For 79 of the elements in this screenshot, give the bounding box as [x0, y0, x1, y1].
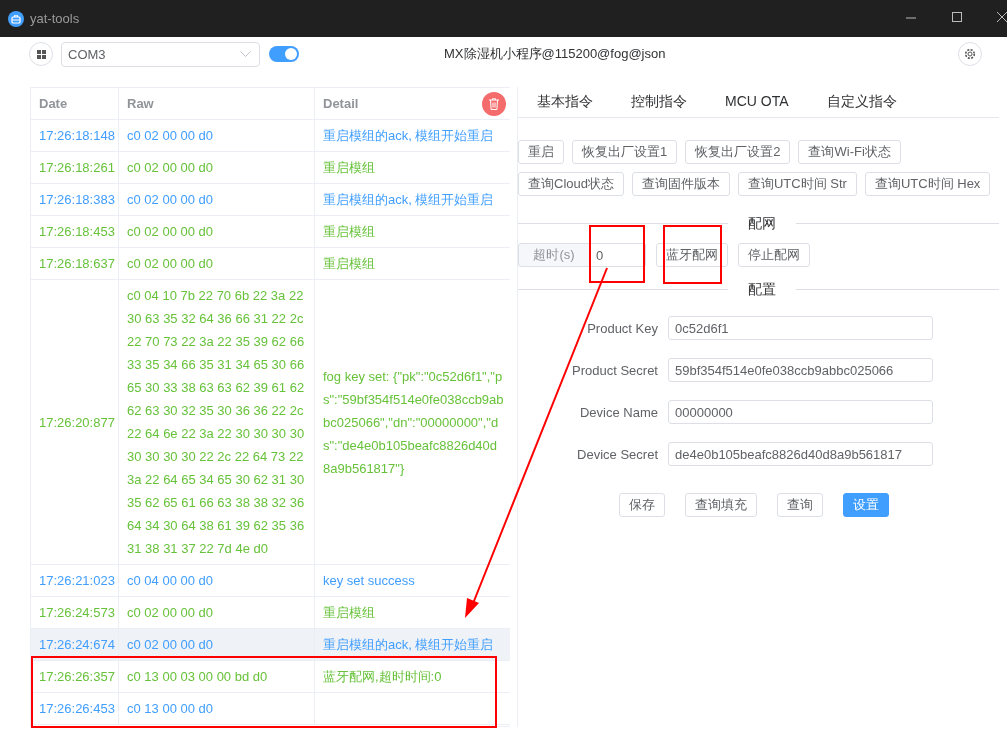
input-field[interactable]: 59bf354f514e0fe038ccb9abbc025066: [668, 358, 933, 382]
date-cell-text: 17:26:18:148: [39, 127, 115, 145]
column-header: Raw: [119, 88, 315, 119]
date-cell-text: 17:26:26:453: [39, 700, 115, 718]
command-button[interactable]: 查询固件版本: [631, 172, 730, 196]
raw-data-cell-text: c0 02 00 00 d0: [127, 223, 214, 241]
date-cell-text: 17:26:18:637: [39, 255, 115, 273]
window-title: yat-tools: [30, 11, 80, 26]
raw-data-cell-text: c0 04 00 00 d0: [127, 572, 214, 590]
field-label: Product Key: [586, 320, 658, 336]
input-field[interactable]: 00000000: [668, 400, 933, 424]
timeout-label: 超时(s): [518, 243, 590, 267]
input-field[interactable]: 0c52d6f1: [668, 316, 933, 340]
form-button[interactable]: 查询: [777, 493, 823, 517]
input-field[interactable]: de4e0b105beafc8826d40d8a9b561817: [668, 442, 933, 466]
settings-button[interactable]: [958, 42, 982, 66]
date-cell-text: 17:26:18:383: [39, 191, 115, 209]
command-button[interactable]: 查询UTC时间 Hex: [864, 172, 991, 196]
highlight-rectangle: [663, 225, 722, 284]
app-icon: [8, 10, 24, 27]
detail-cell-text: 重启模组: [323, 604, 375, 622]
tab[interactable]: 控制指令: [631, 87, 705, 117]
settings-icon: [964, 48, 976, 60]
detail-cell-text: 重启模组: [323, 159, 375, 177]
detail-cell-text: 重启模组: [323, 223, 375, 241]
date-cell-text: 17:26:20:877: [39, 413, 115, 432]
tab[interactable]: MCU OTA: [725, 87, 807, 117]
clear-log-button[interactable]: [482, 92, 506, 116]
field-label: Device Name: [578, 404, 658, 420]
detail-cell-text: 重启模组的ack, 模组开始重启: [323, 636, 494, 654]
tab[interactable]: 基本指令: [537, 87, 611, 117]
detail-cell-text: key set success: [323, 572, 415, 590]
close-icon[interactable]: [997, 12, 1007, 23]
highlight-rectangle: [589, 225, 645, 283]
form-button[interactable]: 保存: [619, 493, 665, 517]
grid-icon: [36, 49, 46, 59]
trash-icon: [489, 98, 499, 110]
raw-data-cell-text: c0 02 00 00 d0: [127, 159, 214, 177]
command-button[interactable]: 重启: [518, 140, 564, 164]
raw-data-cell-text: c0 02 00 00 d0: [127, 255, 214, 273]
date-cell-text: 17:26:24:573: [39, 604, 115, 622]
command-button[interactable]: 查询Cloud状态: [518, 172, 624, 196]
date-cell-text: 17:26:26:357: [39, 668, 115, 686]
timeout-field[interactable]: 0: [590, 243, 646, 267]
command-button[interactable]: 查询Wi-Fi状态: [798, 140, 901, 164]
raw-data-cell-text: c0 04 10 7b 22 70 6b 22 3a 22 30 63 35 32 64 36 66 31 22 2c 22 70 73 22 3a 22 35 39 62 66 33 35 34 66 35 31 34 65 30 66 65 30 33 38 63 63 62 39 61 62 62 63 30 32 35 30 36 36 22 2c 22 64 6e 22 3a 22 30 30 30 30 30 30 30 30 22 2c 22 64 73 22 3a 22 64 65 34 65 30 62 31 30 35 62 65 61 66 63 38 38 32 36 64 34 30 64 38 61 39 62 35 36 31 38 31 37 22 7d 4e d0: [127, 287, 306, 558]
port-select[interactable]: COM3: [61, 41, 260, 67]
tab[interactable]: 自定义指令: [826, 87, 915, 117]
field-label: Product Secret: [571, 362, 658, 378]
detail-cell-text: 重启模组的ack, 模组开始重启: [323, 191, 494, 209]
command-button[interactable]: 查询UTC时间 Str: [737, 172, 857, 196]
connection-switch[interactable]: [269, 46, 299, 62]
chevron-down-icon: [240, 50, 251, 58]
section-title: 配网: [728, 214, 796, 232]
maximize-icon[interactable]: [952, 12, 963, 23]
pairing-button[interactable]: 停止配网: [738, 243, 810, 267]
command-button[interactable]: 恢复出厂设置1: [572, 140, 678, 164]
raw-data-cell-text: c0 02 00 00 d0: [127, 636, 214, 654]
raw-data-cell-text: c0 02 00 00 d0: [127, 127, 214, 145]
pairing-button[interactable]: 蓝牙配网: [656, 243, 728, 267]
raw-data-cell-text: c0 02 00 00 d0: [127, 604, 214, 622]
date-cell-text: 17:26:24:674: [39, 636, 115, 654]
column-header: Date: [31, 88, 119, 119]
detail-cell-text: 重启模组的ack, 模组开始重启: [323, 127, 494, 145]
detail-cell-text: 重启模组: [323, 255, 375, 273]
raw-data-cell-text: c0 02 00 00 d0: [127, 191, 214, 209]
detail-cell-text: fog key set: {"pk":"0c52d6f1","ps":"59bf354f514e0fe038ccb9abbc025066","dn":"00000000","ds":"de4e0b105beafc8826d40d8a9b561817"}: [323, 367, 504, 478]
section-title: 配置: [728, 280, 796, 298]
date-cell-text: 17:26:21:023: [39, 572, 115, 590]
date-cell-text: 17:26:18:453: [39, 223, 115, 241]
raw-data-cell-text: c0 13 00 00 d0: [127, 700, 214, 718]
raw-data-cell-text: c0 13 00 03 00 00 bd d0: [127, 668, 268, 686]
connection-status: MX除湿机小程序@115200@fog@json: [444, 45, 666, 63]
command-button[interactable]: 恢复出厂设置2: [685, 140, 791, 164]
date-cell-text: 17:26:18:261: [39, 159, 115, 177]
detail-cell-text: 蓝牙配网,超时时间:0: [323, 668, 442, 686]
form-button[interactable]: 查询填充: [685, 493, 757, 517]
field-label: Device Secret: [576, 446, 658, 462]
apps-button[interactable]: [29, 42, 53, 66]
